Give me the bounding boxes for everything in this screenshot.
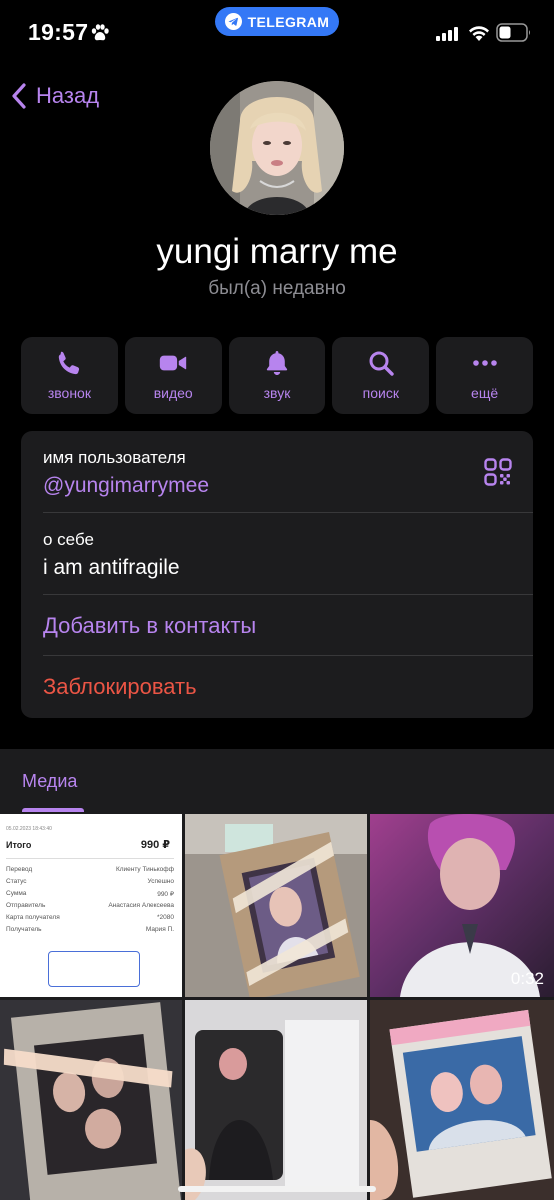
video-button[interactable]: видео [124, 337, 222, 414]
tab-media[interactable]: Медиа [22, 771, 77, 792]
receipt-row: Перевод Клиенту Тинькофф [6, 866, 174, 873]
divider [43, 655, 533, 656]
receipt-row: Статус Успешно [6, 878, 174, 885]
last-seen-status: был(а) недавно [208, 278, 346, 299]
media-item-photo[interactable] [185, 1000, 367, 1200]
media-section: Медиа 05.02.2023 18:43:40 Итого 990 ₽ Пе… [0, 749, 554, 1200]
media-item-photo[interactable] [370, 1000, 554, 1200]
video-label: видео [153, 385, 193, 401]
receipt-date: 05.02.2023 18:43:40 [6, 826, 52, 832]
bell-icon [266, 351, 288, 375]
media-item-photo[interactable] [185, 814, 367, 997]
paw-icon [91, 24, 109, 41]
back-label: Назад [36, 83, 100, 108]
status-time: 19:57 [28, 19, 89, 45]
sound-label: звук [263, 385, 291, 401]
media-grid: 05.02.2023 18:43:40 Итого 990 ₽ Перевод К… [0, 814, 554, 1200]
username-value[interactable]: @yungimarrymee [43, 474, 533, 498]
add-contact-button[interactable]: Добавить в контакты [43, 613, 533, 639]
signal-icon [436, 27, 458, 41]
username-row[interactable]: имя пользователя @yungimarrymee [43, 448, 533, 498]
receipt-total-label: Итого [6, 840, 32, 850]
bio-label: о себе [43, 530, 94, 549]
receipt-total-amount: 990 ₽ [140, 839, 170, 851]
phone-icon [59, 351, 80, 375]
status-bar: 19:57 TELEGRAM [0, 0, 554, 64]
block-button[interactable]: Заблокировать [43, 674, 533, 700]
back-button[interactable]: Назад [10, 80, 99, 112]
avatar[interactable] [210, 81, 344, 215]
add-contact-row[interactable]: Добавить в контакты [43, 613, 533, 639]
receipt-row: Получатель Мария П. [6, 926, 174, 933]
call-button[interactable]: звонок [21, 337, 118, 414]
media-item-photo[interactable] [0, 1000, 182, 1200]
receipt-row: Отправитель Анастасия Алексеева [6, 902, 174, 909]
bio-value: i am antifragile [43, 556, 180, 579]
more-button[interactable]: ещё [436, 337, 533, 414]
receipt-row: Карта получателя *2080 [6, 914, 174, 921]
username-label: имя пользователя [43, 448, 186, 467]
telegram-pill[interactable]: TELEGRAM [215, 7, 339, 36]
wifi-icon [469, 26, 489, 41]
home-indicator[interactable] [178, 1186, 376, 1192]
receipt-divider [6, 858, 174, 859]
receipt-stamp [48, 951, 140, 987]
telegram-pill-label: TELEGRAM [247, 13, 330, 30]
sound-button[interactable]: звук [228, 337, 326, 414]
action-buttons: звонок видео звук поиск ещё [21, 337, 533, 414]
telegram-icon [224, 13, 242, 30]
search-icon [369, 351, 394, 376]
search-button[interactable]: поиск [332, 337, 430, 414]
divider [43, 512, 533, 513]
chevron-left-icon [12, 83, 26, 109]
qr-code-icon[interactable] [484, 458, 512, 486]
profile-name: yungi marry me [156, 232, 398, 271]
media-item-video[interactable]: 0:32 [370, 814, 554, 997]
battery-icon [496, 23, 530, 42]
search-label: поиск [362, 385, 399, 401]
receipt-row: Сумма 990 ₽ [6, 890, 174, 898]
info-card: имя пользователя @yungimarrymee о себе i… [21, 431, 533, 718]
call-label: звонок [47, 385, 91, 401]
video-icon [160, 355, 187, 371]
bio-row: о себе i am antifragile [43, 530, 533, 580]
more-icon [472, 360, 497, 366]
video-duration: 0:32 [510, 969, 544, 988]
tab-media-indicator [22, 808, 84, 812]
avatar-image [210, 81, 344, 215]
block-row[interactable]: Заблокировать [43, 674, 533, 700]
divider [43, 594, 533, 595]
media-item-receipt[interactable]: 05.02.2023 18:43:40 Итого 990 ₽ Перевод К… [0, 814, 182, 997]
more-label: ещё [471, 385, 499, 401]
